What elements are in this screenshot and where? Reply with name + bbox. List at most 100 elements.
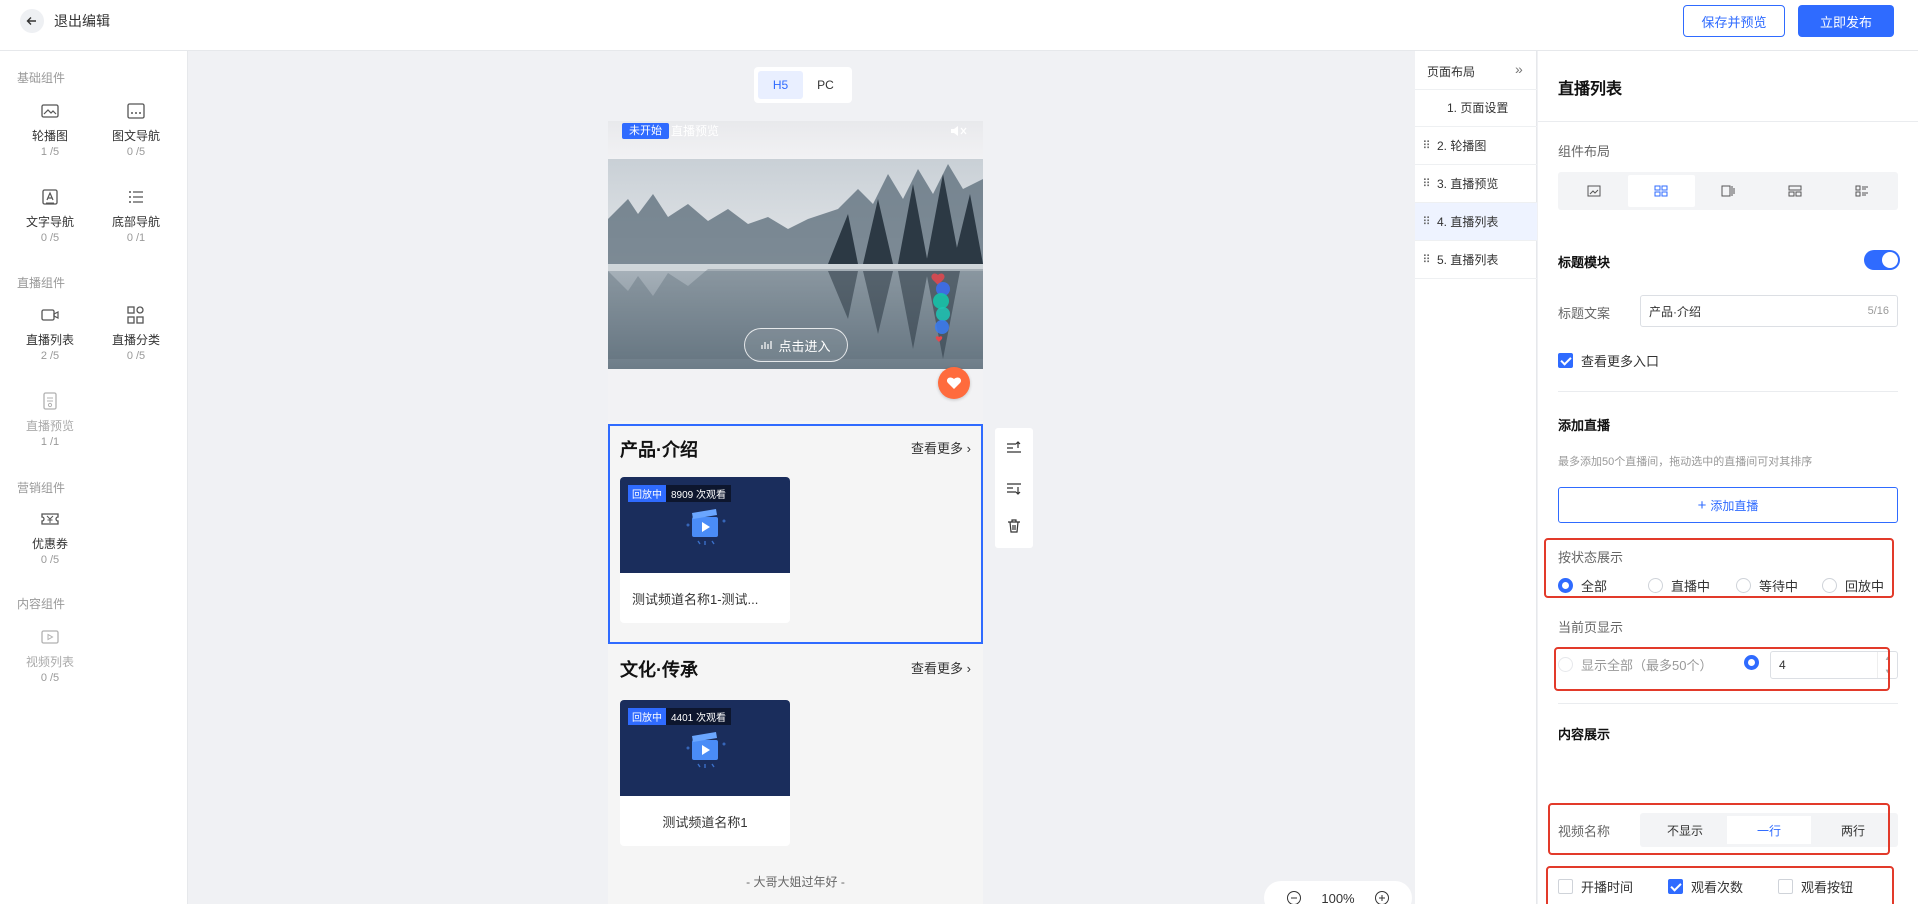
title-text-value: 产品·介绍 <box>1649 304 1701 319</box>
component-bottom-nav[interactable]: 底部导航 0 /1 <box>96 187 176 244</box>
image-icon <box>41 104 59 118</box>
add-live-hint: 最多添加50个直播间，拖动选中的直播间可对其排序 <box>1558 456 1813 468</box>
highlight-page-display <box>1554 647 1890 691</box>
content-display-label: 内容展示 <box>1558 727 1611 742</box>
view-more-link[interactable]: 查看更多 › <box>911 438 971 457</box>
grid-nav-icon <box>127 103 145 119</box>
layout-item-label: 1. 页面设置 <box>1447 101 1509 115</box>
component-count: 0 /5 <box>40 554 60 566</box>
publish-button[interactable]: 立即发布 <box>1798 5 1894 37</box>
live-card[interactable]: 回放中 8909 次观看 测试频道名称1-测试... <box>620 477 790 623</box>
add-live-button[interactable]: + 添加直播 <box>1558 487 1898 523</box>
component-count: 0 /1 <box>126 232 146 244</box>
layout-grid-icon[interactable] <box>1627 175 1695 207</box>
live-preview-block[interactable]: 未开始 直播预览 点击进入 <box>608 121 983 421</box>
component-name: 底部导航 <box>111 215 160 229</box>
text-nav-icon <box>42 189 58 205</box>
view-more-label: 查看更多 <box>911 661 964 676</box>
tab-pc[interactable]: PC <box>803 71 848 99</box>
layout-scroll-icon[interactable] <box>1695 175 1762 207</box>
group-title-live: 直播组件 <box>17 276 66 290</box>
layout-mixed-icon[interactable] <box>1761 175 1828 207</box>
view-more-link[interactable]: 查看更多 › <box>911 658 971 677</box>
bars-icon <box>761 341 773 349</box>
plus-icon: + <box>1697 496 1707 514</box>
layout-item-live-list-2[interactable]: ⠿ 5. 直播列表 <box>1415 241 1537 279</box>
layout-item-label: 4. 直播列表 <box>1437 215 1499 229</box>
component-count: 1 /1 <box>40 436 60 448</box>
layout-item-label: 5. 直播列表 <box>1437 253 1499 267</box>
title-text-input[interactable]: 产品·介绍 5/16 <box>1640 295 1898 327</box>
zoom-level: 100% <box>1321 890 1355 904</box>
title-module-toggle[interactable] <box>1864 250 1900 270</box>
add-live-label: 添加直播 <box>1558 418 1611 433</box>
status-badge: 未开始 <box>622 123 669 139</box>
zoom-out-icon[interactable] <box>1286 890 1302 904</box>
component-coupon[interactable]: 优惠券 0 /5 <box>10 509 90 566</box>
move-up-icon[interactable] <box>1006 440 1022 456</box>
page-layout-panel: 页面布局 » 1. 页面设置 ⠿ 2. 轮播图 ⠿ 3. 直播预览 ⠿ 4. 直播列表… <box>1415 51 1537 904</box>
title-text-count: 5/16 <box>1867 305 1889 317</box>
component-count: 0 /5 <box>40 672 60 684</box>
live-list-section[interactable]: 文化·传承 查看更多 › 回放中 4401 次观看 测试频道名称1 <box>608 644 983 874</box>
video-camera-icon <box>41 309 59 321</box>
video-list-icon <box>41 630 59 644</box>
live-card[interactable]: 回放中 4401 次观看 测试频道名称1 <box>620 700 790 846</box>
zoom-control: 100% <box>1264 881 1412 904</box>
arrow-left-icon <box>20 9 44 33</box>
component-count: 0 /5 <box>126 146 146 158</box>
hero-title: 直播预览 <box>671 124 720 138</box>
delete-icon[interactable] <box>1006 518 1022 534</box>
drag-handle-icon[interactable]: ⠿ <box>1415 139 1437 152</box>
mute-icon[interactable] <box>950 124 968 141</box>
card-badge: 回放中 8909 次观看 <box>628 485 732 502</box>
component-live-list[interactable]: 直播列表 2 /5 <box>10 305 90 362</box>
layout-options <box>1558 172 1898 210</box>
component-live-preview[interactable]: 直播预览 1 /1 <box>10 391 90 448</box>
category-icon <box>127 306 144 324</box>
component-name: 视频列表 <box>25 655 74 669</box>
component-image-nav[interactable]: 图文导航 0 /5 <box>96 101 176 158</box>
layout-item-label: 2. 轮播图 <box>1437 139 1487 153</box>
collapse-icon[interactable]: » <box>1515 61 1523 77</box>
divider <box>1558 703 1898 704</box>
move-down-icon[interactable] <box>1006 480 1022 496</box>
group-title-basic: 基础组件 <box>17 71 66 85</box>
replay-status: 回放中 <box>628 708 666 725</box>
exit-edit-button[interactable]: 退出编辑 <box>20 8 110 34</box>
phone-preview: 未开始 直播预览 点击进入 产品·介绍 查看更多 › 回放中 8909 次观看 … <box>608 121 983 904</box>
component-video-list[interactable]: 视频列表 0 /5 <box>10 627 90 684</box>
live-list-section[interactable]: 产品·介绍 查看更多 › 回放中 8909 次观看 测试频道名称1-测试... <box>608 424 983 644</box>
view-more-checkbox[interactable] <box>1558 353 1573 368</box>
layout-single-icon[interactable] <box>1561 175 1628 207</box>
card-badge: 回放中 4401 次观看 <box>628 708 732 725</box>
tab-h5[interactable]: H5 <box>758 71 803 99</box>
like-button[interactable] <box>938 367 970 399</box>
layout-list-icon[interactable] <box>1828 175 1895 207</box>
save-preview-button[interactable]: 保存并预览 <box>1683 5 1785 37</box>
layout-item-live-preview[interactable]: ⠿ 3. 直播预览 <box>1415 165 1537 203</box>
drag-handle-icon[interactable]: ⠿ <box>1415 215 1437 228</box>
drag-handle-icon[interactable]: ⠿ <box>1415 177 1437 190</box>
layout-item-carousel[interactable]: ⠿ 2. 轮播图 <box>1415 127 1537 165</box>
title-module-label: 标题模块 <box>1558 255 1611 270</box>
device-switch: H5 PC <box>754 67 852 103</box>
component-name: 轮播图 <box>31 129 68 143</box>
layout-item-page-settings[interactable]: 1. 页面设置 <box>1415 89 1537 127</box>
component-name: 直播预览 <box>25 419 74 433</box>
divider <box>1558 391 1898 392</box>
component-carousel[interactable]: 轮播图 1 /5 <box>10 101 90 158</box>
component-live-category[interactable]: 直播分类 0 /5 <box>96 305 176 362</box>
drag-handle-icon[interactable]: ⠿ <box>1415 253 1437 266</box>
card-name: 测试频道名称1 <box>662 814 748 830</box>
view-more-checkbox-row[interactable]: 查看更多入口 <box>1558 351 1659 370</box>
section-title: 产品·介绍 <box>620 440 698 460</box>
view-count: 8909 次观看 <box>666 485 732 502</box>
component-text-nav[interactable]: 文字导航 0 /5 <box>10 187 90 244</box>
card-thumbnail: 回放中 4401 次观看 <box>620 700 790 796</box>
clapperboard-icon <box>686 732 726 768</box>
editor-canvas: H5 PC 未开始 直播预览 点击进入 产品·介绍 查看更多 › 回放中 890… <box>189 51 1599 904</box>
layout-item-live-list-1[interactable]: ⠿ 4. 直播列表 <box>1415 203 1537 241</box>
zoom-in-icon[interactable] <box>1374 890 1390 904</box>
enter-live-button[interactable]: 点击进入 <box>744 328 848 362</box>
